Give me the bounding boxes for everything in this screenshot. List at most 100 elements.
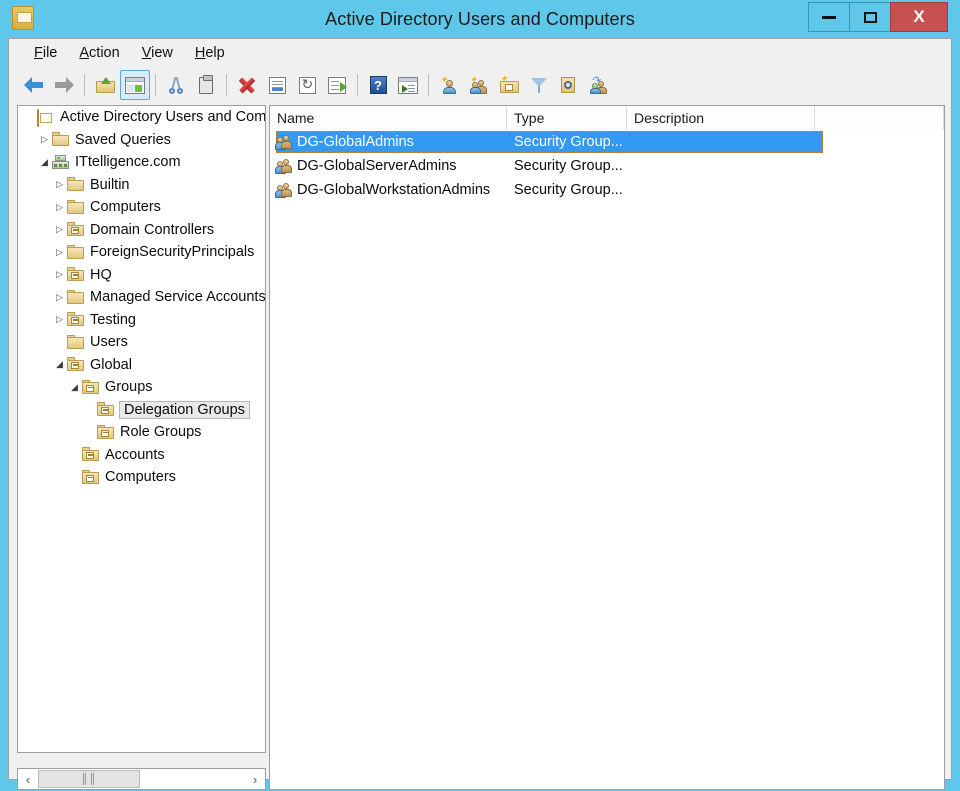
tree-node-label: Role Groups	[120, 424, 202, 441]
scroll-right-icon[interactable]: ›	[245, 769, 265, 789]
tree-node-icon	[52, 132, 70, 147]
tree-horizontal-scrollbar[interactable]: ‹ ║║ ›	[17, 768, 266, 790]
tree-node-foreignsecurityprincipals[interactable]: ▷ ForeignSecurityPrincipals	[18, 241, 265, 264]
paste-button[interactable]	[191, 70, 221, 100]
tree-node-groups[interactable]: ◢ Groups	[18, 376, 265, 399]
find-button[interactable]	[554, 70, 584, 100]
tree-node-global[interactable]: ◢ Global	[18, 354, 265, 377]
menu-file[interactable]: File	[23, 42, 68, 64]
tree-node-label: Testing	[90, 311, 136, 328]
tree-node-testing[interactable]: ▷ Testing	[18, 309, 265, 332]
expand-arrow-icon[interactable]: ▷	[52, 292, 67, 303]
cut-button[interactable]	[161, 70, 191, 100]
run-window-icon	[398, 76, 418, 94]
tree-node-accounts[interactable]: Accounts	[18, 444, 265, 467]
delete-button[interactable]	[232, 70, 262, 100]
tree-node-role-groups[interactable]: Role Groups	[18, 421, 265, 444]
tree-node-computers[interactable]: ▷ Computers	[18, 196, 265, 219]
menu-action[interactable]: Action	[68, 42, 130, 64]
new-group-icon: ✦	[469, 75, 489, 94]
run-window-button[interactable]	[393, 70, 423, 100]
expand-arrow-icon[interactable]: ▷	[52, 247, 67, 258]
export-list-icon	[328, 76, 347, 94]
tree-node-label: Accounts	[105, 446, 165, 463]
tree-node-domain-controllers[interactable]: ▷ Domain Controllers	[18, 219, 265, 242]
expand-arrow-icon[interactable]: ▷	[52, 202, 67, 213]
refresh-icon	[298, 76, 316, 94]
tree-node-label: Managed Service Accounts	[90, 289, 266, 306]
application-window: Active Directory Users and Computers X F…	[0, 0, 960, 791]
tree-node-icon	[82, 447, 100, 462]
tree-node-users[interactable]: Users	[18, 331, 265, 354]
add-to-group-icon: ↷	[589, 75, 609, 94]
expand-arrow-icon[interactable]: ▷	[52, 179, 67, 190]
console-tree[interactable]: Active Directory Users and Com ▷ Saved Que…	[18, 106, 266, 731]
new-ou-button[interactable]: ✦	[494, 70, 524, 100]
menu-help[interactable]: Help	[184, 42, 236, 64]
export-list-button[interactable]	[322, 70, 352, 100]
forward-button[interactable]	[49, 70, 79, 100]
column-header-type[interactable]: Type	[507, 106, 627, 130]
group-icon	[275, 134, 293, 150]
toolbar-separator	[84, 74, 85, 96]
menu-view[interactable]: View	[131, 42, 184, 64]
tree-node-hq[interactable]: ▷ HQ	[18, 264, 265, 287]
group-icon	[275, 182, 293, 198]
console-tree-icon	[125, 76, 145, 94]
tree-node-active-directory-users-and-com[interactable]: Active Directory Users and Com	[18, 106, 265, 129]
cell-type: Security Group...	[514, 158, 623, 174]
scrollbar-track[interactable]: ║║	[38, 769, 245, 789]
tree-node-managed-service-accounts[interactable]: ▷ Managed Service Accounts	[18, 286, 266, 309]
group-icon	[275, 158, 293, 174]
properties-button[interactable]	[262, 70, 292, 100]
list-body[interactable]: DG-GlobalAdmins Security Group... DG-Globa…	[270, 130, 944, 202]
tree-node-builtin[interactable]: ▷ Builtin	[18, 174, 265, 197]
tree-node-label: HQ	[90, 266, 112, 283]
new-user-button[interactable]: ✦	[434, 70, 464, 100]
tree-node-saved-queries[interactable]: ▷ Saved Queries	[18, 129, 265, 152]
add-to-group-button[interactable]: ↷	[584, 70, 614, 100]
refresh-button[interactable]	[292, 70, 322, 100]
tree-node-computers[interactable]: Computers	[18, 466, 265, 489]
collapse-arrow-icon[interactable]: ◢	[37, 157, 52, 168]
menu-bar: File Action View Help	[9, 39, 951, 66]
maximize-icon	[863, 11, 877, 23]
collapse-arrow-icon[interactable]: ◢	[52, 359, 67, 370]
expand-arrow-icon[interactable]: ▷	[52, 314, 67, 325]
tree-node-icon	[37, 108, 55, 127]
filter-button[interactable]	[524, 70, 554, 100]
expand-arrow-icon[interactable]: ▷	[52, 269, 67, 280]
toolbar-separator	[357, 74, 358, 96]
tree-node-ittelligence-com[interactable]: ◢ ITtelligence.com	[18, 151, 265, 174]
tree-node-icon	[67, 312, 85, 327]
new-group-button[interactable]: ✦	[464, 70, 494, 100]
expand-arrow-icon[interactable]: ▷	[52, 224, 67, 235]
column-header-name[interactable]: Name	[270, 106, 507, 130]
scrollbar-thumb[interactable]: ║║	[38, 770, 140, 788]
tree-node-icon	[67, 334, 85, 350]
row-name-text: DG-GlobalServerAdmins	[297, 158, 457, 174]
help-button[interactable]: ?	[363, 70, 393, 100]
tree-node-icon	[67, 267, 85, 282]
table-row[interactable]: DG-GlobalWorkstationAdmins Security Group…	[270, 178, 944, 202]
back-arrow-icon	[24, 77, 44, 93]
show-console-tree-button[interactable]	[120, 70, 150, 100]
collapse-arrow-icon[interactable]: ◢	[67, 382, 82, 393]
back-button[interactable]	[19, 70, 49, 100]
column-header-description[interactable]: Description	[627, 106, 815, 130]
tree-node-label: Computers	[90, 199, 161, 216]
column-header-blank[interactable]	[815, 106, 944, 130]
tree-node-label: Delegation Groups	[119, 400, 250, 419]
close-button[interactable]: X	[890, 2, 948, 32]
table-row[interactable]: DG-GlobalServerAdmins Security Group...	[270, 154, 944, 178]
tree-node-delegation-groups[interactable]: Delegation Groups	[18, 399, 265, 422]
scissors-icon	[168, 76, 184, 94]
minimize-button[interactable]	[808, 2, 850, 32]
scroll-left-icon[interactable]: ‹	[18, 769, 38, 789]
up-one-level-button[interactable]	[90, 70, 120, 100]
maximize-button[interactable]	[849, 2, 891, 32]
up-folder-icon	[95, 77, 115, 93]
table-row[interactable]: DG-GlobalAdmins Security Group...	[270, 130, 944, 154]
expand-arrow-icon[interactable]: ▷	[37, 134, 52, 145]
